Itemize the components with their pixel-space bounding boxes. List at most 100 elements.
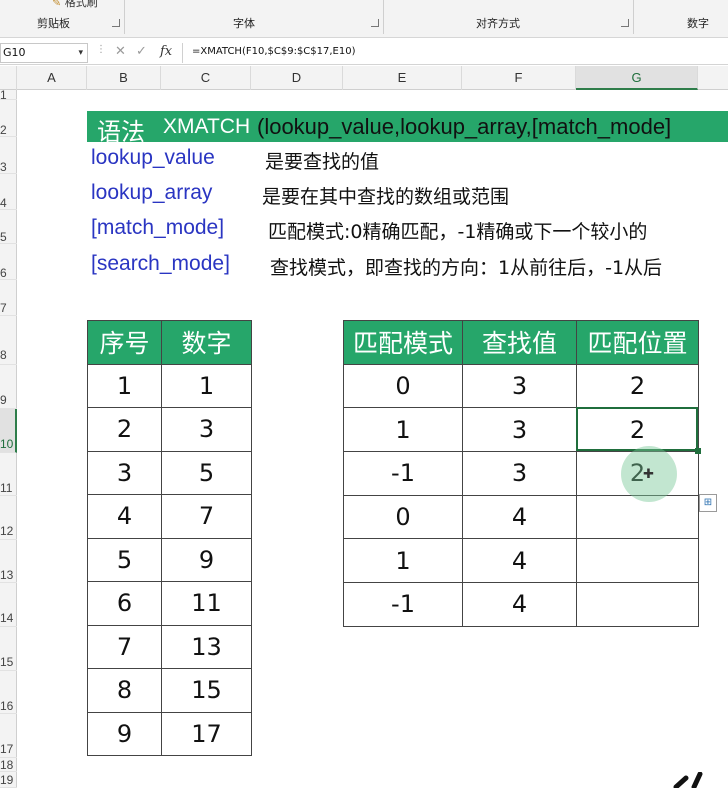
row-header[interactable]: 4 [0,174,17,210]
row-header[interactable]: 11 [0,453,17,496]
row-header[interactable]: 14 [0,583,17,627]
header-match-mode[interactable]: 匹配模式 [343,320,463,365]
table-cell[interactable]: 0 [343,494,463,540]
table-cell[interactable]: 9 [87,711,162,756]
number-table: 序号 数字 11 23 35 47 59 6 11 7 13 8 15 9 17 [87,320,252,756]
chevron-down-icon[interactable]: ▾ [78,44,83,62]
table-row: 59 [87,537,252,582]
table-cell[interactable] [576,582,699,627]
table-cell[interactable]: 6 [87,581,162,626]
ribbon: ✎ 格式刷 剪贴板 字体 对齐方式 数字 [0,0,728,38]
ribbon-group-clipboard: 剪贴板 [37,17,70,30]
param-name: [search_mode] [91,252,230,275]
insert-function-icon[interactable]: fx [160,44,172,59]
table-cell[interactable]: 1 [343,407,463,453]
table-cell[interactable]: 8 [87,668,162,713]
header-index[interactable]: 序号 [87,320,162,365]
table-cell[interactable]: -1 [343,582,463,627]
table-cell[interactable]: -1 [343,451,463,496]
table-cell[interactable]: 4 [462,538,577,584]
table-cell[interactable]: 13 [161,624,252,669]
formula-bar: G10 ▾ ⋮ ✕ ✓ fx =XMATCH(F10,$C$9:$C$17,E1… [0,41,728,65]
column-header-g[interactable]: G [576,66,698,90]
param-name: [match_mode] [91,216,225,239]
format-painter-button[interactable]: ✎ 格式刷 [52,0,98,10]
name-box[interactable]: G10 ▾ [0,43,88,63]
formula-input[interactable]: =XMATCH(F10,$C$9:$C$17,E10) [192,46,356,57]
select-all-corner[interactable] [0,66,17,90]
table-cell[interactable]: 11 [161,581,252,626]
table-cell[interactable]: 3 [462,451,577,496]
table-cell[interactable]: 9 [161,537,252,582]
worksheet-grid[interactable]: A B C D E F G 1 2 3 4 5 6 7 8 9 10 11 12… [0,66,728,788]
row-header[interactable]: 3 [0,137,17,174]
row-header-selected[interactable]: 10 [0,409,17,453]
table-row: 11 [87,363,252,408]
paintbrush-icon: ✎ [52,0,62,9]
column-header-b[interactable]: B [87,66,161,90]
table-cell[interactable]: 3 [462,407,577,453]
font-launcher-icon[interactable] [371,19,379,27]
table-row: 032 [343,363,699,409]
clipboard-launcher-icon[interactable] [112,19,120,27]
quick-analysis-icon[interactable]: ⊞ [699,494,717,512]
ribbon-divider [383,0,384,34]
row-header[interactable]: 8 [0,316,17,365]
ribbon-divider [124,0,125,34]
fill-handle[interactable] [695,448,701,454]
row-header[interactable]: 12 [0,496,17,540]
row-header[interactable]: 5 [0,210,17,244]
ribbon-group-number: 数字 [687,17,709,30]
param-desc: 查找模式，即查找的方向：1从前往后，-1从后 [270,257,663,279]
row-header[interactable]: 1 [0,89,17,101]
table-cell[interactable]: 4 [87,494,162,539]
column-header-e[interactable]: E [343,66,462,90]
column-header-bar: A B C D E F G [0,66,728,90]
row-header[interactable]: 9 [0,365,17,409]
column-header-f[interactable]: F [462,66,576,90]
table-cell[interactable]: 2 [87,407,162,452]
table-cell[interactable]: 3 [87,450,162,495]
column-header-d[interactable]: D [251,66,343,90]
table-cell[interactable]: 7 [87,624,162,669]
table-cell[interactable]: 4 [462,582,577,627]
table-cell[interactable]: 2 [576,363,699,409]
cancel-icon[interactable]: ✕ [115,44,126,59]
row-header[interactable]: 16 [0,671,17,714]
table-cell[interactable]: 1 [87,363,162,408]
table-cell[interactable]: 3 [161,407,252,452]
table-cell[interactable]: 1 [343,538,463,584]
table-cell[interactable]: 1 [161,363,252,408]
table-cell[interactable]: 15 [161,668,252,713]
syntax-title-label: 语法 [97,118,145,146]
table-header-row: 匹配模式 查找值 匹配位置 [343,320,699,365]
column-header-c[interactable]: C [161,66,251,90]
row-header[interactable]: 2 [0,100,17,137]
header-number[interactable]: 数字 [161,320,252,365]
row-header[interactable]: 15 [0,627,17,671]
syntax-banner: 语法 XMATCH (lookup_value,lookup_array,[ma… [87,111,728,146]
ribbon-group-font: 字体 [233,17,255,30]
table-cell[interactable] [576,538,699,584]
row-header[interactable]: 13 [0,540,17,583]
table-cell[interactable]: 0 [343,363,463,409]
active-cell[interactable]: 2 [576,407,699,453]
table-cell[interactable]: 4 [462,494,577,540]
table-cell[interactable] [576,494,699,540]
alignment-launcher-icon[interactable] [621,19,629,27]
table-cell[interactable]: 5 [87,537,162,582]
row-header[interactable]: 6 [0,244,17,280]
row-header[interactable]: 18 [0,758,17,772]
enter-check-icon[interactable]: ✓ [136,44,147,59]
table-row: 14 [343,538,699,584]
column-header-a[interactable]: A [17,66,87,90]
row-header[interactable]: 7 [0,280,17,316]
table-cell[interactable]: 5 [161,450,252,495]
row-header[interactable]: 17 [0,714,17,758]
table-cell[interactable]: 3 [462,363,577,409]
table-cell[interactable]: 17 [161,711,252,756]
table-cell[interactable]: 7 [161,494,252,539]
header-match-position[interactable]: 匹配位置 [576,320,699,365]
row-header[interactable]: 19 [0,772,17,788]
header-lookup-value[interactable]: 查找值 [462,320,577,365]
